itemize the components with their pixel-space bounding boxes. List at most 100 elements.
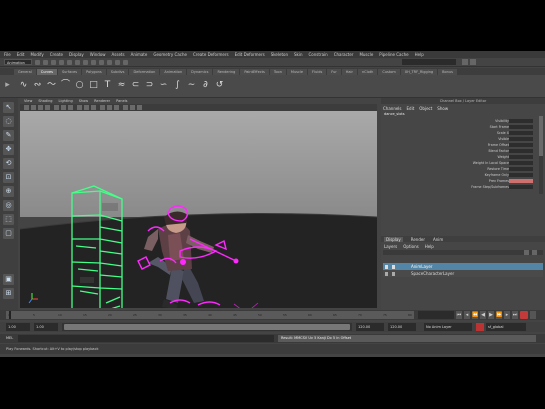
ik-handle[interactable] (233, 258, 239, 264)
attr-label[interactable]: Frame Step/Subframes (471, 185, 509, 189)
menu-help[interactable]: Help (415, 52, 424, 57)
tab-render[interactable]: Render (411, 237, 425, 242)
command-language-label[interactable]: MEL (6, 335, 13, 342)
soft-mod-icon[interactable]: ◎ (3, 200, 14, 211)
menu-edit-deformers[interactable]: Edit Deformers (235, 52, 265, 57)
lasso-tool-icon[interactable]: ◌ (3, 116, 14, 127)
shelf-tab-subdivs[interactable]: Subdivs (106, 68, 129, 75)
move-tool-icon[interactable]: ✥ (3, 144, 14, 155)
shelf-tab-toon[interactable]: Toon (269, 68, 286, 75)
attr-value[interactable] (509, 167, 533, 171)
layer-menu-layers[interactable]: Layers (384, 244, 397, 249)
last-tool-icon[interactable]: ▢ (3, 228, 14, 239)
snap-curve-icon[interactable] (91, 59, 96, 65)
menu-muscle[interactable]: Muscle (359, 52, 373, 57)
extend-curve-icon[interactable]: ∼ (186, 80, 197, 91)
hips-control[interactable] (180, 259, 186, 265)
shelf-tab-ncloth[interactable]: nCloth (357, 68, 378, 75)
menu-geometry-cache[interactable]: Geometry Cache (153, 52, 187, 57)
save-scene-icon[interactable] (51, 59, 56, 65)
single-perspective-layout-icon[interactable]: ▣ (3, 274, 14, 285)
command-input[interactable] (18, 335, 274, 342)
layer-row[interactable]: AnimLayer (383, 263, 543, 270)
range-bar-handle[interactable] (64, 324, 350, 330)
quick-select-field[interactable] (402, 59, 456, 65)
shelf-tab-fluids[interactable]: Fluids (308, 68, 327, 75)
shelf-tab-xh_trf_rigging[interactable]: XH_TRF_Rigging (400, 68, 438, 75)
current-frame-field[interactable] (418, 311, 454, 319)
shelf-tab-custom[interactable]: Custom (378, 68, 400, 75)
prev-key-icon[interactable]: ⏪ (472, 311, 478, 319)
layer-menu-help[interactable]: Help (425, 244, 434, 249)
playback-end-field[interactable]: 120.00 (356, 323, 384, 331)
select-hierarchy-icon[interactable] (59, 59, 64, 65)
layer-row[interactable]: SpaceCharacterLayer (383, 270, 543, 277)
start-time-field[interactable]: 1.00 (6, 323, 30, 331)
playback-start-field[interactable]: 1.00 (34, 323, 58, 331)
circle-curve-icon[interactable]: ○ (74, 80, 85, 91)
shelf-tab-deformation[interactable]: Deformation (129, 68, 160, 75)
mode-selector[interactable]: Animation (4, 59, 32, 65)
shelf-tab-fur[interactable]: Fur (327, 68, 341, 75)
attr-value[interactable] (509, 161, 533, 165)
new-layer-selected-icon[interactable] (532, 250, 537, 255)
select-object-icon[interactable] (67, 59, 72, 65)
attr-value[interactable] (509, 131, 533, 135)
paint-select-icon[interactable]: ✎ (3, 130, 14, 141)
new-layer-icon[interactable] (524, 250, 529, 255)
menu-display[interactable]: Display (69, 52, 84, 57)
layer-playback-icon[interactable] (392, 264, 395, 269)
pencil-curve-icon[interactable]: 〜 (46, 80, 57, 91)
shelf-tab-bonus[interactable]: Bonus (438, 68, 457, 75)
shelf-tab-curves[interactable]: Curves (36, 68, 57, 75)
viewport-menu-show[interactable]: Show (79, 99, 88, 103)
tab-display[interactable]: Display (384, 236, 403, 242)
anim-layer-dropdown[interactable]: No Anim Layer (424, 323, 472, 331)
attr-label[interactable]: Keyframe Only (485, 173, 509, 177)
layer-menu-options[interactable]: Options (403, 244, 418, 249)
attr-label[interactable]: Visible (498, 137, 509, 141)
menu-pipeline-cache[interactable]: Pipeline Cache (379, 52, 408, 57)
menu-skeleton[interactable]: Skeleton (271, 52, 288, 57)
attr-value[interactable] (509, 119, 533, 123)
step-back-icon[interactable]: ◂ (464, 311, 470, 319)
attr-value[interactable] (509, 155, 533, 159)
shelf-tab-dynamics[interactable]: Dynamics (187, 68, 213, 75)
menu-create[interactable]: Create (50, 52, 63, 57)
step-forward-icon[interactable]: ▸ (504, 311, 510, 319)
attr-label[interactable]: Prev Frames (489, 179, 509, 183)
four-view-layout-icon[interactable]: ⊞ (3, 288, 14, 299)
snap-point-icon[interactable] (99, 59, 104, 65)
show-manipulator-icon[interactable]: ⬚ (3, 214, 14, 225)
auto-key-icon[interactable] (520, 311, 528, 319)
play-backwards-icon[interactable]: ◀ (480, 311, 486, 319)
scene-view[interactable] (20, 111, 377, 308)
square-curve-icon[interactable]: □ (88, 80, 99, 91)
menu-character[interactable]: Character (334, 52, 354, 57)
detach-curves-icon[interactable]: ∽ (158, 80, 169, 91)
layer-visibility-icon[interactable] (385, 264, 388, 269)
channel-menu-channels[interactable]: Channels (383, 106, 402, 111)
universal-manipulator-icon[interactable]: ⊕ (3, 186, 14, 197)
channel-box-scrollbar[interactable] (539, 116, 543, 194)
new-scene-icon[interactable] (35, 59, 40, 65)
attr-value[interactable] (509, 143, 533, 147)
go-to-start-icon[interactable]: ⏮ (456, 311, 462, 319)
channel-box-toggle-icon[interactable] (462, 59, 468, 65)
layer-playback-icon[interactable] (392, 271, 395, 276)
menu-file[interactable]: File (4, 52, 11, 57)
attr-value[interactable] (509, 137, 533, 141)
attr-label[interactable]: Visibility (495, 119, 509, 123)
open-scene-icon[interactable] (43, 59, 48, 65)
reverse-curve-icon[interactable]: ↺ (214, 80, 225, 91)
text-curve-icon[interactable]: T (102, 80, 113, 91)
play-forwards-icon[interactable]: ▶ (488, 311, 494, 319)
attr-label[interactable]: Start Frame (490, 125, 509, 129)
channel-menu-object[interactable]: Object (419, 106, 432, 111)
menu-edit[interactable]: Edit (17, 52, 25, 57)
scale-tool-icon[interactable]: ⊡ (3, 172, 14, 183)
render-icon[interactable] (107, 59, 112, 65)
attr-label[interactable]: Restore Time (487, 167, 509, 171)
channel-menu-edit[interactable]: Edit (407, 106, 415, 111)
viewport-menu-shading[interactable]: Shading (38, 99, 52, 103)
